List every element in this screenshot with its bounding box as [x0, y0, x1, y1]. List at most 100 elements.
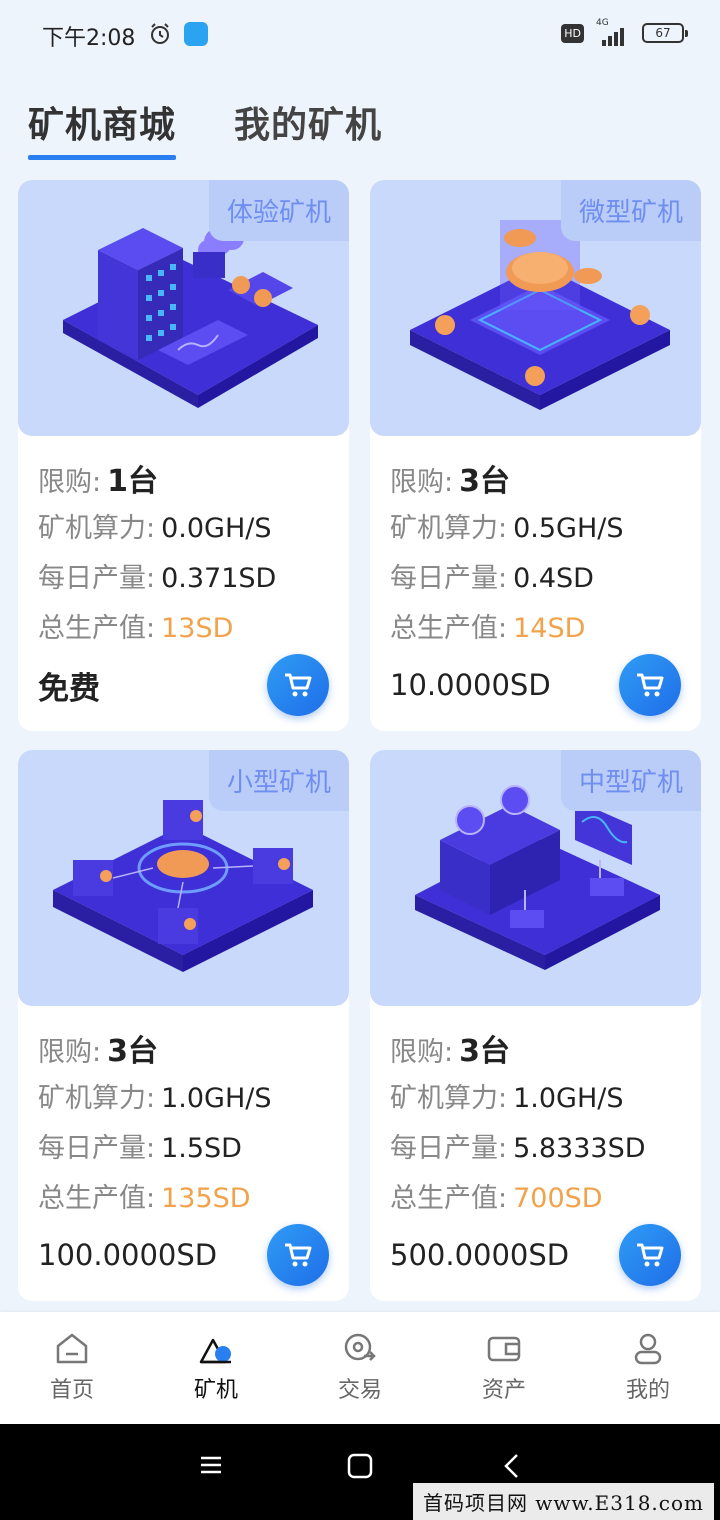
limit-row: 限购: 3台 [38, 1026, 329, 1076]
miner-illustration: 小型矿机 [18, 750, 349, 1006]
hashrate-row: 矿机算力: 0.0GH/S [38, 506, 329, 556]
total-value: 135SD [161, 1183, 251, 1214]
user-icon [634, 1333, 662, 1365]
total-label: 总生产值: [390, 1183, 508, 1214]
hashrate-row: 矿机算力: 1.0GH/S [390, 1076, 681, 1126]
hashrate-value: 1.0GH/S [161, 1083, 272, 1114]
miner-card: 体验矿机 限购: 1台 矿机算力: 0.0GH/S 每日产量: 0.371SD … [18, 180, 349, 731]
price: 100.0000SD [38, 1238, 218, 1272]
menu-icon[interactable] [198, 1452, 224, 1478]
miner-info: 限购: 3台 矿机算力: 1.0GH/S 每日产量: 1.5SD 总生产值: 1… [18, 1006, 349, 1226]
signal-icon: 4G [594, 18, 632, 46]
hashrate-label: 矿机算力: [390, 1083, 508, 1114]
status-bar: 下午2:08 HD 4G 67 [0, 0, 720, 70]
top-tabs: 矿机商城 我的矿机 [28, 96, 382, 160]
network-type: 4G [596, 18, 609, 28]
miner-info: 限购: 3台 矿机算力: 0.5GH/S 每日产量: 0.4SD 总生产值: 1… [370, 436, 701, 656]
total-row: 总生产值: 700SD [390, 1176, 681, 1226]
system-nav-bar: 首码项目网 www.E318.com [0, 1424, 720, 1520]
home-icon [56, 1333, 88, 1364]
hashrate-value: 0.0GH/S [161, 513, 272, 544]
limit-row: 限购: 3台 [390, 1026, 681, 1076]
daily-label: 每日产量: [390, 563, 508, 594]
nav-assets-label: 资产 [481, 1378, 526, 1403]
total-value: 14SD [513, 613, 586, 644]
total-label: 总生产值: [38, 1183, 156, 1214]
card-footer: 10.0000SD [390, 653, 681, 717]
hashrate-label: 矿机算力: [38, 513, 156, 544]
limit-label: 限购: [38, 467, 102, 498]
back-icon[interactable] [500, 1452, 524, 1480]
limit-row: 限购: 1台 [38, 456, 329, 506]
daily-label: 每日产量: [38, 1133, 156, 1164]
card-footer: 免费 [38, 653, 329, 717]
total-row: 总生产值: 13SD [38, 606, 329, 656]
limit-row: 限购: 3台 [390, 456, 681, 506]
miner-tag: 体验矿机 [208, 180, 349, 241]
alarm-icon [151, 23, 169, 44]
nav-trade-label: 交易 [337, 1378, 382, 1403]
buy-button[interactable] [619, 654, 681, 716]
tab-my-miners[interactable]: 我的矿机 [234, 96, 382, 158]
hd-badge: HD [561, 23, 584, 43]
battery-level: 67 [655, 26, 671, 40]
hashrate-value: 0.5GH/S [513, 513, 624, 544]
nav-profile[interactable]: 我的 [576, 1312, 720, 1424]
limit-value: 1台 [107, 464, 158, 499]
daily-value: 5.8333SD [513, 1133, 646, 1164]
nav-assets[interactable]: 资产 [432, 1312, 576, 1424]
miner-card: 小型矿机 限购: 3台 矿机算力: 1.0GH/S 每日产量: 1.5SD 总生… [18, 750, 349, 1301]
limit-label: 限购: [38, 1037, 102, 1068]
hashrate-row: 矿机算力: 0.5GH/S [390, 506, 681, 556]
wallet-icon [487, 1336, 521, 1362]
buy-button[interactable] [267, 654, 329, 716]
trade-icon [344, 1333, 376, 1361]
total-value: 13SD [161, 613, 234, 644]
status-right: HD 4G 67 [561, 18, 688, 46]
daily-value: 0.4SD [513, 563, 594, 594]
hashrate-label: 矿机算力: [38, 1083, 156, 1114]
daily-label: 每日产量: [38, 563, 156, 594]
card-footer: 500.0000SD [390, 1223, 681, 1287]
buy-button[interactable] [619, 1224, 681, 1286]
tab-mining-store[interactable]: 矿机商城 [28, 96, 177, 160]
limit-label: 限购: [390, 467, 454, 498]
miner-tag: 微型矿机 [560, 180, 701, 241]
daily-row: 每日产量: 0.4SD [390, 556, 681, 606]
miner-card: 微型矿机 限购: 3台 矿机算力: 0.5GH/S 每日产量: 0.4SD 总生… [370, 180, 701, 731]
home-button-icon[interactable] [346, 1452, 374, 1480]
total-row: 总生产值: 14SD [390, 606, 681, 656]
daily-value: 0.371SD [161, 563, 277, 594]
miner-info: 限购: 1台 矿机算力: 0.0GH/S 每日产量: 0.371SD 总生产值:… [18, 436, 349, 656]
miner-tag: 小型矿机 [208, 750, 349, 811]
daily-label: 每日产量: [390, 1133, 508, 1164]
bottom-nav: 首页 矿机 交易 资产 我的 [0, 1312, 720, 1424]
buy-button[interactable] [267, 1224, 329, 1286]
total-row: 总生产值: 135SD [38, 1176, 329, 1226]
daily-value: 1.5SD [161, 1133, 242, 1164]
nav-home-label: 首页 [49, 1378, 94, 1403]
nav-trade[interactable]: 交易 [288, 1312, 432, 1424]
status-time: 下午2:08 [42, 26, 136, 51]
cart-icon [285, 1243, 312, 1267]
miner-illustration: 体验矿机 [18, 180, 349, 436]
daily-row: 每日产量: 0.371SD [38, 556, 329, 606]
limit-label: 限购: [390, 1037, 454, 1068]
hashrate-label: 矿机算力: [390, 513, 508, 544]
miner-icon [199, 1338, 231, 1364]
battery-icon: 67 [642, 23, 688, 43]
nav-miner[interactable]: 矿机 [144, 1312, 288, 1424]
limit-value: 3台 [459, 464, 510, 499]
watermark: 首码项目网 www.E318.com [412, 1483, 714, 1520]
price: 免费 [38, 670, 100, 707]
miner-tag: 中型矿机 [560, 750, 701, 811]
total-value: 700SD [513, 1183, 603, 1214]
total-label: 总生产值: [390, 613, 508, 644]
limit-value: 3台 [107, 1034, 158, 1069]
nav-home[interactable]: 首页 [0, 1312, 144, 1424]
cart-icon [637, 673, 664, 697]
total-label: 总生产值: [38, 613, 156, 644]
cart-icon [285, 673, 312, 697]
limit-value: 3台 [459, 1034, 510, 1069]
nav-profile-label: 我的 [625, 1378, 670, 1403]
